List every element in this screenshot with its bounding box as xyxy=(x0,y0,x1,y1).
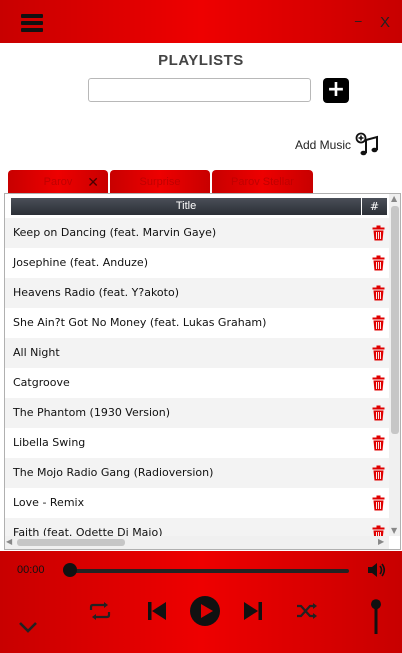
track-title: Catgroove xyxy=(13,376,70,389)
tab-close-icon[interactable]: ✕ xyxy=(87,174,99,191)
tab-label: Parov Stellar xyxy=(231,176,294,188)
table-row[interactable]: She Ain?t Got No Money (feat. Lukas Grah… xyxy=(5,308,389,338)
add-music-button[interactable]: Add Music xyxy=(295,132,381,158)
repeat-icon[interactable] xyxy=(88,601,112,621)
table-row[interactable]: Josephine (feat. Anduze) xyxy=(5,248,389,278)
page-title: PLAYLISTS xyxy=(158,52,244,69)
chevron-down-icon[interactable] xyxy=(18,620,38,634)
track-title: Josephine (feat. Anduze) xyxy=(13,256,148,269)
speaker-icon[interactable] xyxy=(367,561,387,579)
play-icon[interactable] xyxy=(189,595,221,627)
current-time: 00:00 xyxy=(17,564,45,576)
trash-icon[interactable] xyxy=(372,255,385,271)
track-list: Title # Keep on Dancing (feat. Marvin Ga… xyxy=(4,193,401,550)
table-row[interactable]: The Mojo Radio Gang (Radioversion) xyxy=(5,458,389,488)
tab-parov[interactable]: Parov ✕ xyxy=(8,170,108,194)
column-header-title[interactable]: Title xyxy=(11,198,361,215)
track-title: The Phantom (1930 Version) xyxy=(13,406,171,419)
close-button[interactable]: X xyxy=(380,14,390,31)
tab-label: Surprise xyxy=(139,176,181,188)
table-row[interactable]: Love - Remix xyxy=(5,488,389,518)
table-row[interactable]: All Night xyxy=(5,338,389,368)
tab-surprise[interactable]: Surprise xyxy=(110,170,210,194)
playlist-name-input[interactable] xyxy=(88,78,311,102)
trash-icon[interactable] xyxy=(372,525,385,536)
table-row[interactable]: Faith (feat. Odette Di Maio) xyxy=(5,518,389,536)
seek-handle[interactable] xyxy=(63,563,77,577)
trash-icon[interactable] xyxy=(372,465,385,481)
vertical-scrollbar[interactable]: ▲ ▼ xyxy=(389,194,400,536)
track-title: Libella Swing xyxy=(13,436,86,449)
minimize-button[interactable]: _ xyxy=(355,8,371,28)
tab-parov-stellar[interactable]: Parov Stellar xyxy=(212,170,313,194)
track-title: The Mojo Radio Gang (Radioversion) xyxy=(13,466,214,479)
vertical-scroll-thumb[interactable] xyxy=(391,206,399,434)
player-bar: 00:00 xyxy=(0,551,402,653)
trash-icon[interactable] xyxy=(372,495,385,511)
title-bar: _ X xyxy=(0,0,402,43)
hamburger-icon[interactable] xyxy=(21,14,43,32)
track-title: Keep on Dancing (feat. Marvin Gaye) xyxy=(13,226,217,239)
track-title: Heavens Radio (feat. Y?akoto) xyxy=(13,286,179,299)
trash-icon[interactable] xyxy=(372,435,385,451)
horizontal-scrollbar[interactable]: ◀ ▶ xyxy=(5,536,389,549)
table-row[interactable]: Heavens Radio (feat. Y?akoto) xyxy=(5,278,389,308)
skip-next-icon[interactable] xyxy=(243,601,263,621)
column-header-number[interactable]: # xyxy=(362,198,387,215)
trash-icon[interactable] xyxy=(372,345,385,361)
trash-icon[interactable] xyxy=(372,315,385,331)
shuffle-icon[interactable] xyxy=(296,602,318,620)
track-title: Love - Remix xyxy=(13,496,85,509)
trash-icon[interactable] xyxy=(372,405,385,421)
track-title: All Night xyxy=(13,346,60,359)
table-row[interactable]: Keep on Dancing (feat. Marvin Gaye) xyxy=(5,218,389,248)
add-music-label: Add Music xyxy=(295,138,352,152)
trash-icon[interactable] xyxy=(372,285,385,301)
table-row[interactable]: Libella Swing xyxy=(5,428,389,458)
seek-bar[interactable] xyxy=(66,569,349,573)
horizontal-scroll-thumb[interactable] xyxy=(17,539,125,546)
track-rows: Keep on Dancing (feat. Marvin Gaye) Josep… xyxy=(5,218,389,536)
track-title: Faith (feat. Odette Di Maio) xyxy=(13,526,163,536)
add-playlist-button[interactable]: + xyxy=(323,78,349,103)
music-note-plus-icon xyxy=(355,132,379,156)
table-row[interactable]: Catgroove xyxy=(5,368,389,398)
trash-icon[interactable] xyxy=(372,225,385,241)
trash-icon[interactable] xyxy=(372,375,385,391)
track-title: She Ain?t Got No Money (feat. Lukas Grah… xyxy=(13,316,267,329)
skip-previous-icon[interactable] xyxy=(147,601,167,621)
tab-label: Parov xyxy=(43,176,73,188)
volume-slider[interactable] xyxy=(371,594,381,634)
table-row[interactable]: The Phantom (1930 Version) xyxy=(5,398,389,428)
table-header: Title # xyxy=(11,198,387,215)
